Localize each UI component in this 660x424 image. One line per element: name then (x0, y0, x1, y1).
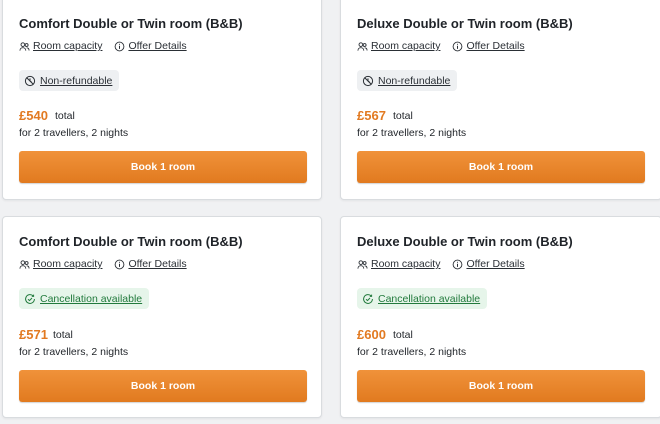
price-value: £540 (19, 108, 48, 123)
room-links: Room capacity Offer Details (19, 40, 199, 52)
room-capacity-link[interactable]: Room capacity (19, 40, 102, 52)
policy-label: Non-refundable (40, 74, 113, 87)
price-suffix: total (393, 110, 413, 122)
offer-details-link[interactable]: Offer Details (114, 40, 187, 52)
room-title: Deluxe Double or Twin room (B&B) (357, 16, 573, 31)
people-icon (357, 259, 368, 269)
no-refund-clock-icon (24, 75, 36, 86)
info-icon (115, 41, 125, 51)
book-room-button[interactable]: Book 1 room (357, 370, 645, 402)
room-offer-card: Comfort Double or Twin room (B&B) Room c… (2, 216, 322, 418)
policy-label: Cancellation available (378, 292, 481, 305)
room-title: Comfort Double or Twin room (B&B) (19, 16, 243, 31)
price-value: £567 (357, 108, 386, 123)
travellers-info: for 2 travellers, 2 nights (19, 127, 129, 139)
offer-details-label: Offer Details (128, 40, 187, 52)
room-title: Deluxe Double or Twin room (B&B) (357, 234, 573, 249)
policy-label: Non-refundable (378, 74, 451, 87)
room-capacity-link[interactable]: Room capacity (19, 258, 102, 270)
room-capacity-label: Room capacity (33, 40, 103, 52)
offer-details-label: Offer Details (466, 258, 525, 270)
book-room-button[interactable]: Book 1 room (19, 370, 307, 402)
people-icon (19, 41, 30, 51)
policy-badge[interactable]: Non-refundable (357, 70, 458, 91)
travellers-info: for 2 travellers, 2 nights (357, 127, 467, 139)
policy-badge[interactable]: Non-refundable (19, 70, 120, 91)
room-offer-card: Comfort Double or Twin room (B&B) Room c… (2, 0, 322, 200)
policy-badge[interactable]: Cancellation available (357, 288, 488, 309)
travellers-info: for 2 travellers, 2 nights (357, 346, 467, 358)
people-icon (357, 41, 368, 51)
room-offer-card: Deluxe Double or Twin room (B&B) Room ca… (340, 0, 660, 200)
price-suffix: total (53, 329, 73, 341)
room-capacity-link[interactable]: Room capacity (357, 258, 440, 270)
room-capacity-label: Room capacity (371, 40, 441, 52)
info-icon (453, 41, 463, 51)
offer-details-link[interactable]: Offer Details (452, 258, 525, 270)
room-links: Room capacity Offer Details (357, 40, 537, 52)
offer-details-link[interactable]: Offer Details (114, 258, 187, 270)
info-icon (115, 259, 125, 269)
book-room-button[interactable]: Book 1 room (357, 151, 645, 183)
room-capacity-label: Room capacity (33, 258, 103, 270)
room-links: Room capacity Offer Details (19, 258, 199, 270)
book-room-button[interactable]: Book 1 room (19, 151, 307, 183)
room-capacity-label: Room capacity (371, 258, 441, 270)
offer-details-label: Offer Details (466, 40, 525, 52)
room-links: Room capacity Offer Details (357, 258, 537, 270)
travellers-info: for 2 travellers, 2 nights (19, 346, 129, 358)
offer-details-link[interactable]: Offer Details (452, 40, 525, 52)
price-suffix: total (55, 110, 75, 122)
price-value: £600 (357, 327, 386, 342)
price-suffix: total (393, 329, 413, 341)
policy-label: Cancellation available (40, 292, 143, 305)
price-value: £571 (19, 327, 48, 342)
check-circle-icon (363, 293, 373, 304)
room-capacity-link[interactable]: Room capacity (357, 40, 440, 52)
offer-details-label: Offer Details (128, 258, 187, 270)
room-title: Comfort Double or Twin room (B&B) (19, 234, 243, 249)
room-offer-card: Deluxe Double or Twin room (B&B) Room ca… (340, 216, 660, 418)
people-icon (19, 259, 30, 269)
policy-badge[interactable]: Cancellation available (19, 288, 150, 309)
no-refund-clock-icon (362, 75, 374, 86)
info-icon (453, 259, 463, 269)
check-circle-icon (25, 293, 35, 304)
